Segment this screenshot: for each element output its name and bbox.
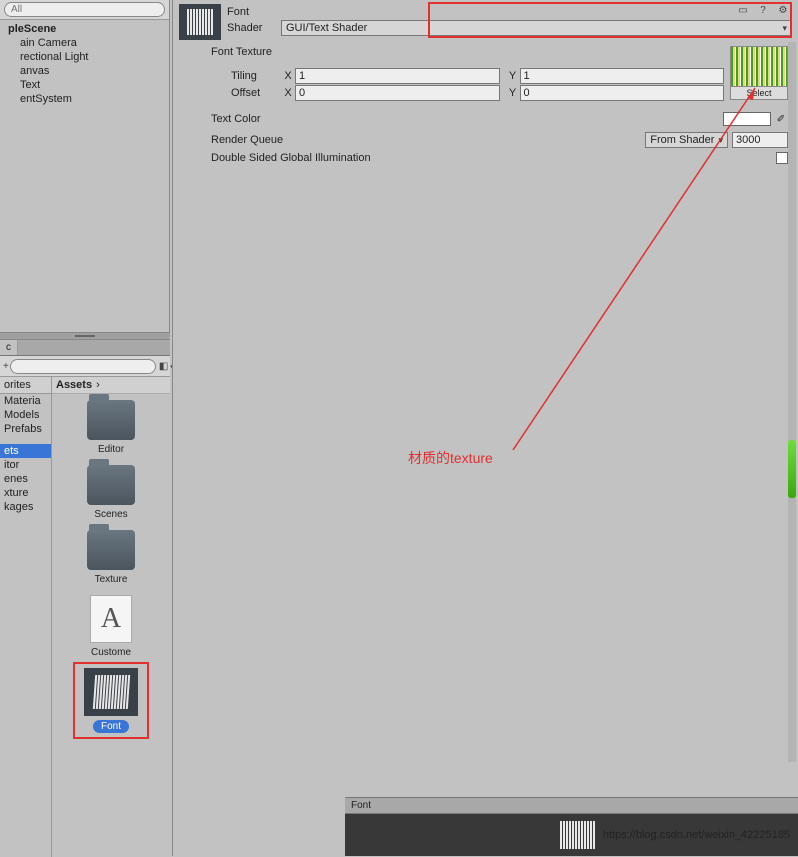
sidebar-item[interactable]: enes <box>0 472 51 486</box>
gear-icon[interactable]: ⚙ <box>775 2 791 18</box>
scene-root[interactable]: pleScene <box>0 22 169 36</box>
offset-label: Offset <box>211 87 281 99</box>
folder-icon <box>87 400 135 440</box>
hierarchy-search-input[interactable] <box>4 2 165 17</box>
filter-icon[interactable]: ◧ <box>159 358 168 374</box>
watermark-url: https://blog.csdn.net/weixin_42225185 <box>603 829 790 841</box>
create-icon[interactable]: + <box>3 358 9 374</box>
eyedropper-icon[interactable]: ✐ <box>774 112 788 126</box>
tree-item[interactable]: ain Camera <box>0 36 169 50</box>
favorites-header: orites <box>0 377 51 394</box>
tree-item[interactable]: Text <box>0 78 169 92</box>
shader-label: Shader <box>227 22 281 34</box>
asset-folder[interactable]: Texture <box>79 530 143 585</box>
select-texture-button[interactable]: Select <box>731 86 787 99</box>
tree-item[interactable]: rectional Light <box>0 50 169 64</box>
sidebar-item[interactable]: Prefabs <box>0 422 51 436</box>
text-color-label: Text Color <box>211 113 261 125</box>
folder-icon <box>87 530 135 570</box>
breadcrumb[interactable]: Assets <box>56 379 92 391</box>
asset-file[interactable]: ACustome <box>79 595 143 658</box>
panel-resize-handle[interactable] <box>0 332 170 340</box>
font-texture-label: Font Texture <box>211 46 730 58</box>
sidebar-item[interactable]: Materia <box>0 394 51 408</box>
sidebar-item[interactable]: kages <box>0 500 51 514</box>
chevron-right-icon: › <box>96 379 100 391</box>
offset-x-input[interactable] <box>295 85 500 101</box>
folder-icon <box>87 465 135 505</box>
dsgi-checkbox[interactable] <box>776 152 788 164</box>
sidebar-item-assets[interactable]: ets <box>0 444 51 458</box>
dsgi-label: Double Sided Global Illumination <box>211 152 371 164</box>
material-title: Font <box>227 6 281 18</box>
asset-folder[interactable]: Editor <box>79 400 143 455</box>
annotation-text: 材质的texture <box>408 448 493 468</box>
tree-item[interactable]: entSystem <box>0 92 169 106</box>
render-queue-dropdown[interactable]: From Shader <box>645 132 728 148</box>
project-tab[interactable]: c <box>0 340 18 355</box>
tiling-x-input[interactable] <box>295 68 500 84</box>
scrollbar[interactable] <box>788 42 796 762</box>
preset-icon[interactable]: ▭ <box>735 2 751 18</box>
tiling-label: Tiling <box>211 70 281 82</box>
sidebar-item[interactable]: xture <box>0 486 51 500</box>
render-queue-label: Render Queue <box>211 134 283 146</box>
asset-material[interactable]: Font <box>79 668 143 733</box>
y-label: Y <box>506 70 520 82</box>
color-swatch[interactable] <box>723 112 771 126</box>
sidebar-item[interactable]: Models <box>0 408 51 422</box>
material-preview-icon <box>179 4 221 40</box>
render-queue-input[interactable] <box>732 132 788 148</box>
preview-title: Font <box>345 797 798 814</box>
tree-item[interactable]: anvas <box>0 64 169 78</box>
tiling-y-input[interactable] <box>520 68 725 84</box>
sidebar-item[interactable]: itor <box>0 458 51 472</box>
project-search-input[interactable] <box>10 359 156 374</box>
asset-folder[interactable]: Scenes <box>79 465 143 520</box>
font-file-icon: A <box>90 595 132 643</box>
x-label: X <box>281 70 295 82</box>
shader-dropdown[interactable]: GUI/Text Shader <box>281 20 792 36</box>
material-icon <box>84 668 138 716</box>
scrollbar-thumb[interactable] <box>788 440 796 498</box>
texture-slot[interactable]: Select <box>730 46 788 100</box>
texture-thumbnail <box>731 47 787 86</box>
help-icon[interactable]: ? <box>755 2 771 18</box>
offset-y-input[interactable] <box>520 85 725 101</box>
material-preview-bar: https://blog.csdn.net/weixin_42225185 <box>345 814 798 856</box>
